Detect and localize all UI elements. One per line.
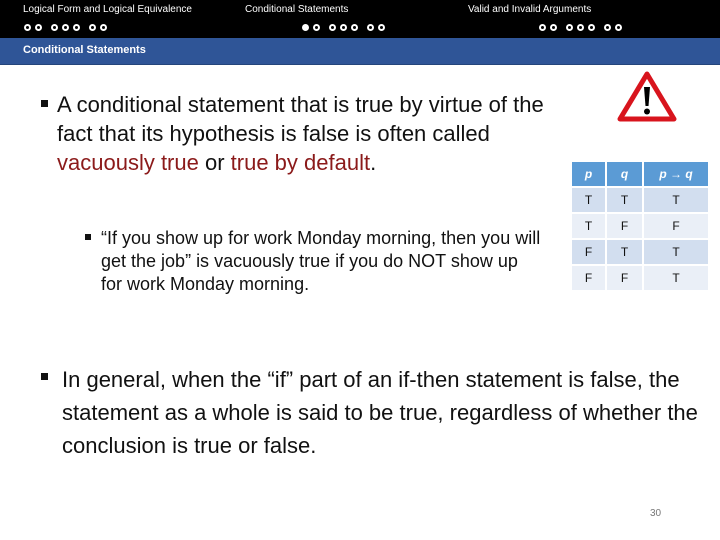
slide-dot[interactable] bbox=[615, 24, 622, 31]
cell: T bbox=[572, 214, 605, 238]
section-nav-bar: Logical Form and Logical Equivalence Con… bbox=[0, 0, 720, 38]
slide-dot[interactable] bbox=[62, 24, 69, 31]
slide-dot[interactable] bbox=[367, 24, 374, 31]
slide-dot[interactable] bbox=[351, 24, 358, 31]
header-p: p bbox=[572, 162, 605, 186]
cell: T bbox=[607, 240, 642, 264]
cell: F bbox=[572, 240, 605, 264]
sub-bullet-example: “If you show up for work Monday morning,… bbox=[101, 228, 541, 294]
bullet-vacuous-definition: A conditional statement that is true by … bbox=[57, 90, 547, 177]
nav-section-logical-form[interactable]: Logical Form and Logical Equivalence bbox=[23, 4, 192, 15]
nav-dots-logical-form bbox=[24, 24, 107, 31]
cell: T bbox=[644, 240, 708, 264]
cell: F bbox=[607, 266, 642, 290]
table-row: T T T bbox=[572, 188, 708, 212]
slide-dot[interactable] bbox=[313, 24, 320, 31]
slide-dot[interactable] bbox=[89, 24, 96, 31]
cell: F bbox=[607, 214, 642, 238]
slide-dot[interactable] bbox=[550, 24, 557, 31]
slide-dot[interactable] bbox=[539, 24, 546, 31]
cell: F bbox=[644, 214, 708, 238]
slide-dot[interactable] bbox=[588, 24, 595, 31]
cell: T bbox=[644, 266, 708, 290]
bullet-marker bbox=[41, 100, 48, 107]
slide-dot[interactable] bbox=[378, 24, 385, 31]
bullet-general-rule: In general, when the “if” part of an if-… bbox=[62, 367, 698, 458]
slide-dot[interactable] bbox=[35, 24, 42, 31]
cell: T bbox=[644, 188, 708, 212]
table-row: F T T bbox=[572, 240, 708, 264]
nav-dots-arguments bbox=[539, 24, 622, 31]
truth-table: p q p → q T T T T F F F T T F F T bbox=[570, 160, 710, 292]
term-true-by-default: true by default bbox=[230, 150, 371, 175]
sub-bullet-marker bbox=[85, 234, 91, 240]
slide-dot[interactable] bbox=[340, 24, 347, 31]
cell: F bbox=[572, 266, 605, 290]
slide-dot[interactable] bbox=[73, 24, 80, 31]
nav-section-arguments[interactable]: Valid and Invalid Arguments bbox=[468, 4, 591, 15]
slide-dot-current[interactable] bbox=[302, 24, 309, 31]
slide-dot[interactable] bbox=[51, 24, 58, 31]
slide-dot[interactable] bbox=[577, 24, 584, 31]
term-vacuously-true: vacuously true bbox=[57, 150, 199, 175]
bullet-text: . bbox=[370, 150, 377, 175]
header-implication: p → q bbox=[644, 162, 708, 186]
table-row: T F F bbox=[572, 214, 708, 238]
header-q: q bbox=[607, 162, 642, 186]
bullet-marker bbox=[41, 373, 48, 380]
slide-dot[interactable] bbox=[604, 24, 611, 31]
nav-section-conditional[interactable]: Conditional Statements bbox=[245, 4, 348, 15]
slide-dot[interactable] bbox=[100, 24, 107, 31]
slide-dot[interactable] bbox=[24, 24, 31, 31]
nav-dots-conditional bbox=[302, 24, 385, 31]
bullet-text: A conditional statement that is true by … bbox=[57, 92, 544, 146]
page-number: 30 bbox=[650, 508, 662, 519]
slide-dot[interactable] bbox=[566, 24, 573, 31]
bullet-text: or bbox=[198, 150, 231, 175]
warning-triangle-icon bbox=[617, 71, 677, 122]
slide-title-bar: Conditional Statements bbox=[0, 38, 720, 65]
table-row: F F T bbox=[572, 266, 708, 290]
slide-title: Conditional Statements bbox=[23, 44, 146, 56]
cell: T bbox=[607, 188, 642, 212]
cell: T bbox=[572, 188, 605, 212]
slide-dot[interactable] bbox=[329, 24, 336, 31]
